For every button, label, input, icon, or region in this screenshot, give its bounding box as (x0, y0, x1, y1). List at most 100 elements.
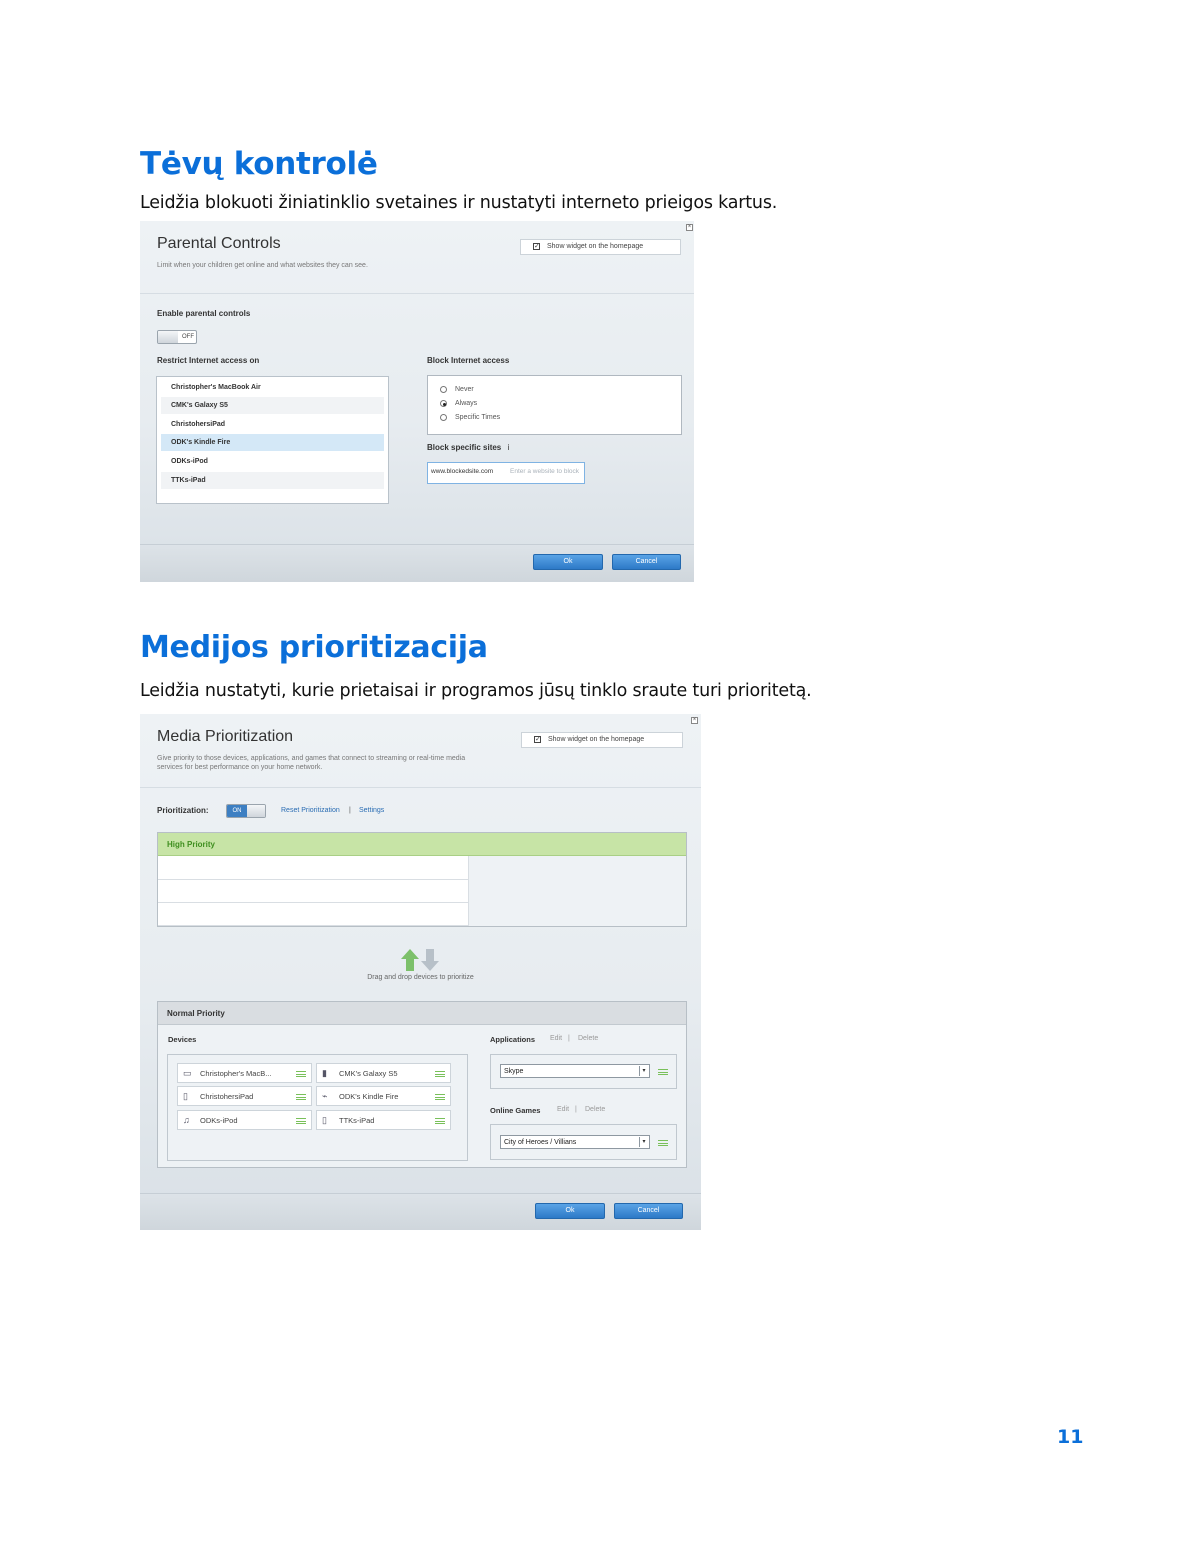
application-select[interactable]: Skype ▾ (500, 1064, 650, 1078)
option-never-label: Never (455, 386, 474, 393)
phone-icon: ▮ (322, 1068, 327, 1078)
toggle-state: OFF (182, 334, 194, 340)
block-site-input[interactable]: www.blockedsite.com Enter a website to b… (427, 462, 585, 484)
applications-edit-link[interactable]: Edit (550, 1035, 562, 1042)
section-description-media: Leidžia nustatyti, kurie prietaisai ir p… (140, 681, 812, 701)
device-list: Christopher's MacBook Air CMK's Galaxy S… (156, 376, 389, 504)
applications-label: Applications (490, 1035, 536, 1044)
checkbox-checked-icon[interactable]: ✓ (533, 243, 540, 250)
game-select[interactable]: City of Heroes / Villians ▾ (500, 1135, 650, 1149)
ipod-icon: ♫ (183, 1115, 190, 1125)
online-games-label: Online Games (490, 1106, 541, 1115)
parental-title: Parental Controls (157, 235, 281, 252)
high-priority-header: High Priority (158, 833, 686, 856)
link-separator: | (575, 1106, 577, 1113)
ok-button[interactable]: Ok (535, 1203, 605, 1219)
devices-label: Devices (168, 1035, 197, 1044)
enable-parental-label: Enable parental controls (157, 309, 251, 318)
prioritization-label: Prioritization: (157, 806, 209, 815)
parental-toggle[interactable]: OFF (157, 330, 197, 344)
device-item[interactable]: TTKs-iPad (161, 472, 384, 489)
block-sites-label: Block specific sites i (427, 443, 510, 452)
section-heading-parental: Tėvų kontrolė (140, 146, 378, 182)
device-item-selected[interactable]: ODK's Kindle Fire (161, 434, 384, 451)
high-priority-slot[interactable] (158, 903, 469, 926)
media-prioritization-screenshot: × Media Prioritization Give priority to … (140, 714, 701, 1230)
games-delete-link[interactable]: Delete (585, 1106, 605, 1113)
reset-prioritization-link[interactable]: Reset Prioritization (281, 807, 340, 814)
block-access-label: Block Internet access (427, 356, 510, 365)
high-priority-slot[interactable] (158, 880, 469, 903)
tablet-icon: ▯ (183, 1091, 188, 1101)
drag-handle-icon[interactable] (435, 1071, 445, 1077)
radio-never[interactable] (440, 386, 447, 393)
applications-box: Skype ▾ (490, 1054, 677, 1089)
chevron-down-icon[interactable]: ▾ (639, 1137, 648, 1147)
ok-button[interactable]: Ok (533, 554, 603, 570)
option-specific-times-label: Specific Times (455, 414, 501, 421)
checkbox-checked-icon[interactable]: ✓ (534, 736, 541, 743)
device-tile[interactable]: ▭ Christopher's MacB... (177, 1063, 312, 1083)
device-item[interactable]: Christopher's MacBook Air (161, 379, 384, 396)
parental-controls-screenshot: × Parental Controls Limit when your chil… (140, 221, 694, 582)
device-item[interactable]: CMK's Galaxy S5 (161, 397, 384, 414)
show-widget-checkbox[interactable]: ✓ Show widget on the homepage (520, 239, 681, 255)
tablet-icon: ▯ (322, 1115, 327, 1125)
devices-box: ▭ Christopher's MacB... ▮ CMK's Galaxy S… (167, 1054, 468, 1161)
drag-handle-icon[interactable] (435, 1118, 445, 1124)
applications-delete-link[interactable]: Delete (578, 1035, 598, 1042)
show-widget-label: Show widget on the homepage (547, 243, 644, 250)
drag-handle-icon[interactable] (296, 1094, 306, 1100)
link-separator: | (349, 807, 351, 814)
cancel-button[interactable]: Cancel (614, 1203, 683, 1219)
header-divider (140, 787, 701, 788)
kindle-icon: ⌁ (322, 1091, 328, 1101)
drag-handle-icon[interactable] (658, 1069, 668, 1075)
header-divider (140, 293, 694, 294)
parental-subtitle: Limit when your children get online and … (157, 262, 368, 269)
device-tile[interactable]: ⌁ ODK's Kindle Fire (316, 1086, 451, 1106)
online-games-box: City of Heroes / Villians ▾ (490, 1124, 677, 1160)
device-tile[interactable]: ♫ ODKs-iPod (177, 1110, 312, 1130)
chevron-down-icon[interactable]: ▾ (639, 1066, 648, 1076)
games-edit-link[interactable]: Edit (557, 1106, 569, 1113)
device-item[interactable]: ODKs-iPod (161, 453, 384, 470)
radio-specific-times[interactable] (440, 414, 447, 421)
cancel-button[interactable]: Cancel (612, 554, 681, 570)
page-number: 11 (1057, 1426, 1084, 1448)
info-icon[interactable]: i (508, 443, 510, 452)
footer-bar (140, 544, 694, 582)
option-always-label: Always (455, 400, 478, 407)
device-tile[interactable]: ▮ CMK's Galaxy S5 (316, 1063, 451, 1083)
normal-priority-header: Normal Priority (158, 1002, 686, 1025)
drag-handle-icon[interactable] (658, 1140, 668, 1146)
device-tile[interactable]: ▯ TTKs-iPad (316, 1110, 451, 1130)
drag-arrows-icon (401, 949, 441, 971)
drag-handle-icon[interactable] (296, 1071, 306, 1077)
drag-handle-icon[interactable] (296, 1118, 306, 1124)
media-title: Media Prioritization (157, 728, 294, 745)
section-description-parental: Leidžia blokuoti žiniatinklio svetaines … (140, 193, 778, 213)
drag-handle-icon[interactable] (435, 1094, 445, 1100)
link-separator: | (568, 1035, 570, 1042)
media-subtitle-line2: services for best performance on your ho… (157, 764, 323, 771)
drag-hint: Drag and drop devices to prioritize (367, 974, 474, 981)
block-options-box: Never Always Specific Times (427, 375, 682, 435)
site-placeholder: Enter a website to block (510, 468, 580, 475)
show-widget-label: Show widget on the homepage (548, 736, 645, 743)
close-icon[interactable]: × (686, 224, 693, 231)
device-tile[interactable]: ▯ ChristohersiPad (177, 1086, 312, 1106)
site-value: www.blockedsite.com (431, 468, 494, 475)
radio-always[interactable] (440, 400, 447, 407)
device-item[interactable]: ChristohersiPad (161, 416, 384, 433)
show-widget-checkbox[interactable]: ✓ Show widget on the homepage (521, 732, 683, 748)
high-priority-box: High Priority (157, 832, 687, 927)
section-heading-media: Medijos prioritizacija (140, 630, 488, 665)
high-priority-slot[interactable] (158, 856, 469, 880)
media-subtitle-line1: Give priority to those devices, applicat… (157, 755, 466, 762)
normal-priority-box: Normal Priority Devices ▭ Christopher's … (157, 1001, 687, 1168)
close-icon[interactable]: × (691, 717, 698, 724)
restrict-label: Restrict Internet access on (157, 356, 260, 365)
settings-link[interactable]: Settings (359, 807, 384, 814)
prioritization-toggle[interactable]: ON (226, 804, 266, 818)
